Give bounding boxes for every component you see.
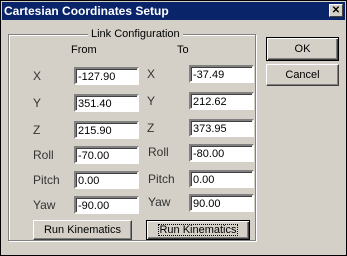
pitch-from-input[interactable]: 0.00 (74, 171, 139, 189)
y-to-input[interactable]: 212.62 (189, 92, 254, 110)
run-kinematics-from-button[interactable]: Run Kinematics (33, 220, 132, 240)
window-title: Cartesian Coordinates Setup (4, 4, 169, 18)
roll-label-from: Roll (33, 148, 54, 162)
cartesian-coordinates-dialog: Cartesian Coordinates Setup ✕ Link Confi… (0, 0, 347, 256)
run-kinematics-to-label: Run Kinematics (155, 221, 240, 239)
ok-label: OK (294, 43, 311, 55)
pitch-to-input[interactable]: 0.00 (189, 170, 254, 188)
from-column-header: From (71, 44, 97, 56)
yaw-from-input[interactable]: -90.00 (74, 196, 139, 214)
cancel-label: Cancel (285, 69, 320, 81)
y-from-input[interactable]: 351.40 (74, 94, 139, 112)
y-label-to: Y (147, 94, 156, 108)
yaw-to-input[interactable]: 90.00 (189, 194, 254, 212)
run-kinematics-from-label: Run Kinematics (43, 224, 122, 236)
title-bar: Cartesian Coordinates Setup ✕ (2, 2, 345, 20)
x-to-input[interactable]: -37.49 (189, 65, 254, 83)
roll-label-to: Roll (148, 145, 169, 159)
roll-from-input[interactable]: -70.00 (74, 146, 139, 164)
y-label-from: Y (33, 96, 42, 110)
x-label-to: X (147, 67, 156, 81)
x-from-input[interactable]: -127.90 (74, 67, 139, 85)
close-icon: ✕ (331, 5, 341, 16)
link-configuration-title: Link Configuration (88, 28, 183, 40)
cancel-button[interactable]: Cancel (266, 64, 339, 86)
pitch-label-from: Pitch (33, 173, 60, 187)
run-kinematics-to-button[interactable]: Run Kinematics (146, 220, 250, 240)
x-label-from: X (33, 69, 42, 83)
ok-button[interactable]: OK (266, 37, 339, 61)
yaw-label-to: Yaw (148, 195, 171, 209)
pitch-label-to: Pitch (148, 172, 175, 186)
z-to-input[interactable]: 373.95 (189, 119, 254, 137)
roll-to-input[interactable]: -80.00 (189, 144, 254, 162)
yaw-label-from: Yaw (33, 198, 56, 212)
z-from-input[interactable]: 215.90 (74, 121, 139, 139)
to-column-header: To (177, 44, 189, 56)
close-button[interactable]: ✕ (329, 4, 343, 17)
z-label-to: Z (147, 121, 155, 135)
z-label-from: Z (33, 123, 41, 137)
